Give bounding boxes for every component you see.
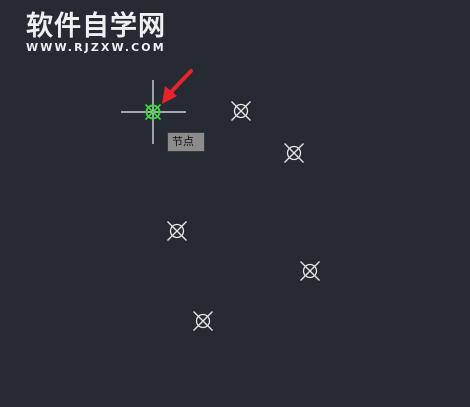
tooltip-label: 节点 bbox=[172, 135, 194, 148]
node-point-5[interactable] bbox=[193, 311, 213, 331]
object-snap-tooltip: 节点 bbox=[167, 132, 205, 152]
circle-x-point-icon bbox=[193, 311, 213, 331]
circle-x-point-icon bbox=[284, 143, 304, 163]
node-point-2[interactable] bbox=[284, 143, 304, 163]
circle-x-point-icon bbox=[231, 101, 251, 121]
circle-x-point-icon bbox=[300, 261, 320, 281]
circle-x-point-icon bbox=[167, 221, 187, 241]
red-arrow-icon bbox=[162, 69, 193, 104]
node-point-1[interactable] bbox=[231, 101, 251, 121]
drawing-viewport[interactable]: 软件自学网 WWW.RJZXW.COM 节点 bbox=[0, 0, 470, 407]
drawing-canvas[interactable] bbox=[0, 0, 470, 407]
node-point-4[interactable] bbox=[300, 261, 320, 281]
node-point-3[interactable] bbox=[167, 221, 187, 241]
